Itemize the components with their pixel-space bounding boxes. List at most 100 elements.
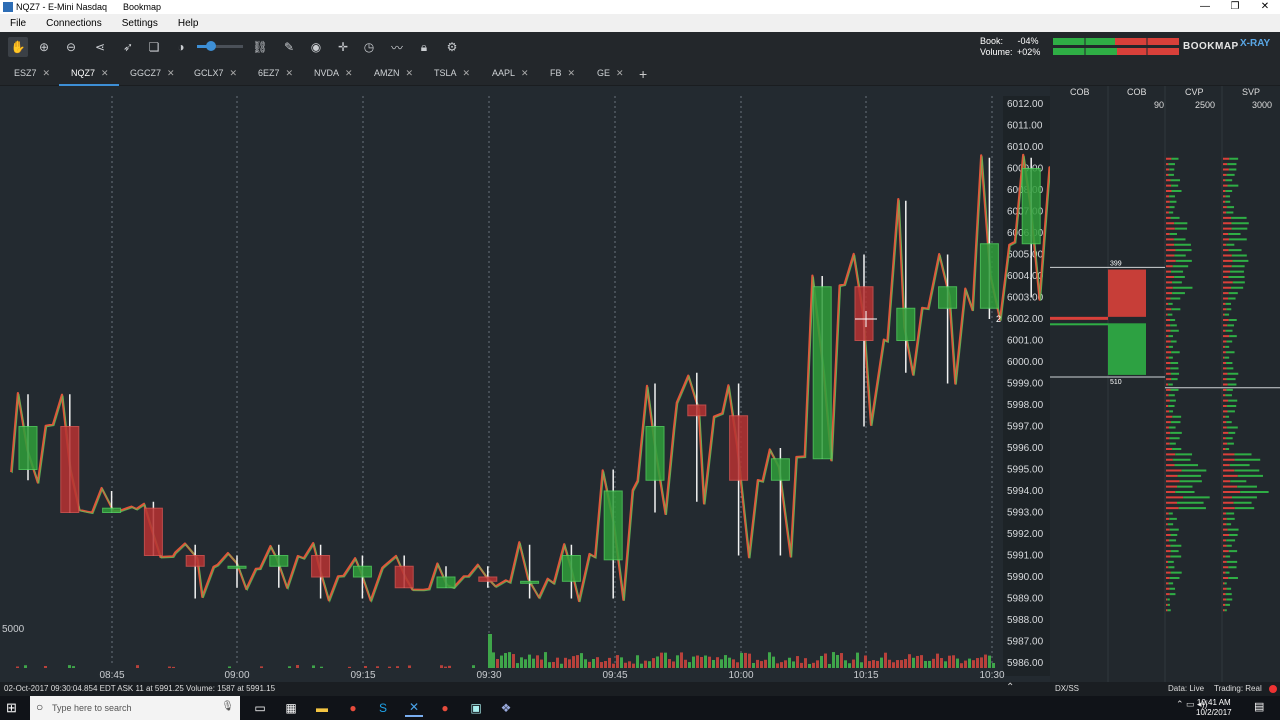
layers-icon[interactable]: ❏ xyxy=(144,37,164,57)
volume-bar xyxy=(752,662,755,668)
tab-10[interactable]: GE ✕ xyxy=(597,68,624,79)
rocket-icon[interactable]: ➶ xyxy=(118,37,138,57)
tab-0[interactable]: ESZ7 ✕ xyxy=(14,68,50,79)
cvp-profile-bar xyxy=(1166,313,1168,316)
price-chart[interactable]: 6012.006011.006010.006009.006008.006007.… xyxy=(0,86,1091,682)
cube-icon[interactable]: ❖ xyxy=(497,699,515,717)
volume-label: Volume: xyxy=(980,47,1013,57)
tab-7[interactable]: TSLA ✕ xyxy=(434,68,470,79)
hand-icon[interactable]: ✋ xyxy=(8,37,28,57)
tab-8[interactable]: AAPL ✕ xyxy=(492,68,529,79)
close-tab-icon[interactable]: ✕ xyxy=(406,68,414,79)
link-icon[interactable]: ⛓ xyxy=(250,37,270,57)
cvp-profile-bar xyxy=(1168,345,1173,348)
menu-help[interactable]: Help xyxy=(168,18,209,29)
volume-bar xyxy=(704,655,707,668)
cvp-profile-bar xyxy=(1166,249,1176,252)
tab-label: ESZ7 xyxy=(14,68,37,78)
tab-4[interactable]: 6EZ7 ✕ xyxy=(258,68,293,79)
zoom-out-icon[interactable]: ⊖ xyxy=(61,37,81,57)
system-clock[interactable]: 10:41 AM 10/2/2017 xyxy=(1196,698,1232,718)
share-icon[interactable]: ⋖ xyxy=(90,37,110,57)
volume-bar xyxy=(636,655,639,668)
cvp-profile-bar xyxy=(1166,426,1169,429)
add-tab-button[interactable]: + xyxy=(639,66,647,82)
tab-9[interactable]: FB ✕ xyxy=(550,68,575,79)
tab-2[interactable]: GGCZ7 ✕ xyxy=(130,68,175,79)
notification-icon[interactable]: ▤ xyxy=(1254,700,1264,713)
close-tab-icon[interactable]: ✕ xyxy=(345,68,353,79)
svp-profile-bar xyxy=(1223,173,1227,176)
cvp-profile-bar xyxy=(1166,598,1168,601)
indicator-icon[interactable]: 〰 xyxy=(387,37,407,57)
svp-profile-bar xyxy=(1223,313,1225,316)
close-button[interactable]: ✕ xyxy=(1250,0,1280,14)
close-tab-icon[interactable]: ✕ xyxy=(230,68,238,79)
close-tab-icon[interactable]: ✕ xyxy=(616,68,624,79)
close-tab-icon[interactable]: ✕ xyxy=(286,68,294,79)
svp-profile-bar xyxy=(1226,206,1235,209)
lock-icon[interactable]: 🔒︎ xyxy=(414,37,434,57)
menu-connections[interactable]: Connections xyxy=(36,18,112,29)
price-tick-label: 5990.00 xyxy=(1007,572,1044,583)
svp-profile-bar xyxy=(1223,598,1227,601)
volume-bar xyxy=(408,665,411,668)
task-view-icon[interactable]: ▭ xyxy=(251,699,269,717)
close-tab-icon[interactable]: ✕ xyxy=(463,68,471,79)
svp-profile-bar xyxy=(1227,372,1239,375)
close-tab-icon[interactable]: ✕ xyxy=(521,68,529,79)
brightness-icon[interactable]: ◑ xyxy=(171,37,191,57)
gear-icon[interactable]: ⚙ xyxy=(442,37,462,57)
svp-profile-bar xyxy=(1223,367,1227,370)
skype-icon[interactable]: S xyxy=(374,699,392,717)
tab-1[interactable]: NQZ7 ✕ xyxy=(59,68,119,86)
cvp-profile-bar xyxy=(1166,324,1171,327)
cvp-profile-bar xyxy=(1170,388,1179,391)
microphone-icon[interactable]: 🎙︎ xyxy=(221,701,234,712)
volume-bar xyxy=(72,666,75,668)
cvp-profile-bar xyxy=(1166,512,1169,515)
calculator-icon[interactable]: ▦ xyxy=(282,699,300,717)
record-icon[interactable] xyxy=(1269,685,1277,693)
candle-body xyxy=(520,580,540,584)
svp-profile-bar xyxy=(1227,163,1237,166)
slider-knob[interactable] xyxy=(206,41,216,51)
clock-icon[interactable]: ◷ xyxy=(359,37,379,57)
close-tab-icon[interactable]: ✕ xyxy=(43,68,51,79)
maximize-button[interactable]: ❐ xyxy=(1220,0,1250,14)
volume-bar xyxy=(16,666,19,668)
pen-icon[interactable]: ✎ xyxy=(279,37,299,57)
zoom-in-icon[interactable]: ⊕ xyxy=(34,37,54,57)
tab-5[interactable]: NVDA ✕ xyxy=(314,68,353,79)
cvp-profile-bar xyxy=(1169,195,1175,198)
taskbar-search[interactable]: ○ Type here to search 🎙︎ xyxy=(30,696,240,720)
file-explorer-icon[interactable]: ▬ xyxy=(313,699,331,717)
chart-area[interactable]: 6012.006011.006010.006009.006008.006007.… xyxy=(0,86,1091,682)
chrome-icon[interactable]: ● xyxy=(344,699,362,717)
tab-6[interactable]: AMZN ✕ xyxy=(374,68,413,79)
cvp-profile-bar xyxy=(1168,566,1175,569)
svp-profile-bar xyxy=(1223,421,1227,424)
close-tab-icon[interactable]: ✕ xyxy=(167,68,175,79)
chat-icon[interactable]: ◉ xyxy=(306,37,326,57)
crosshair-icon[interactable]: ✛ xyxy=(333,37,353,57)
bookmap-icon[interactable]: ✕ xyxy=(405,699,423,717)
minimize-button[interactable]: — xyxy=(1190,0,1220,14)
cvp-profile-bar xyxy=(1166,501,1178,504)
svp-profile-bar xyxy=(1223,340,1227,343)
close-tab-icon[interactable]: ✕ xyxy=(568,68,576,79)
chrome-icon[interactable]: ● xyxy=(436,699,454,717)
monitor-icon[interactable]: ▣ xyxy=(467,699,485,717)
menu-file[interactable]: File xyxy=(0,18,36,29)
windows-start-icon[interactable]: ⊞ xyxy=(6,700,22,716)
scroll-up-icon[interactable]: ⌃ xyxy=(1006,682,1014,693)
svp-profile-bar xyxy=(1223,571,1226,574)
brightness-slider[interactable] xyxy=(197,41,243,51)
volume-bar xyxy=(632,663,635,668)
close-tab-icon[interactable]: ✕ xyxy=(101,68,109,79)
menu-settings[interactable]: Settings xyxy=(112,18,168,29)
svp-profile-bar xyxy=(1228,249,1242,252)
col-header-svp: SVP xyxy=(1242,87,1261,97)
tab-3[interactable]: GCLX7 ✕ xyxy=(194,68,237,79)
volume-bar xyxy=(992,662,995,668)
